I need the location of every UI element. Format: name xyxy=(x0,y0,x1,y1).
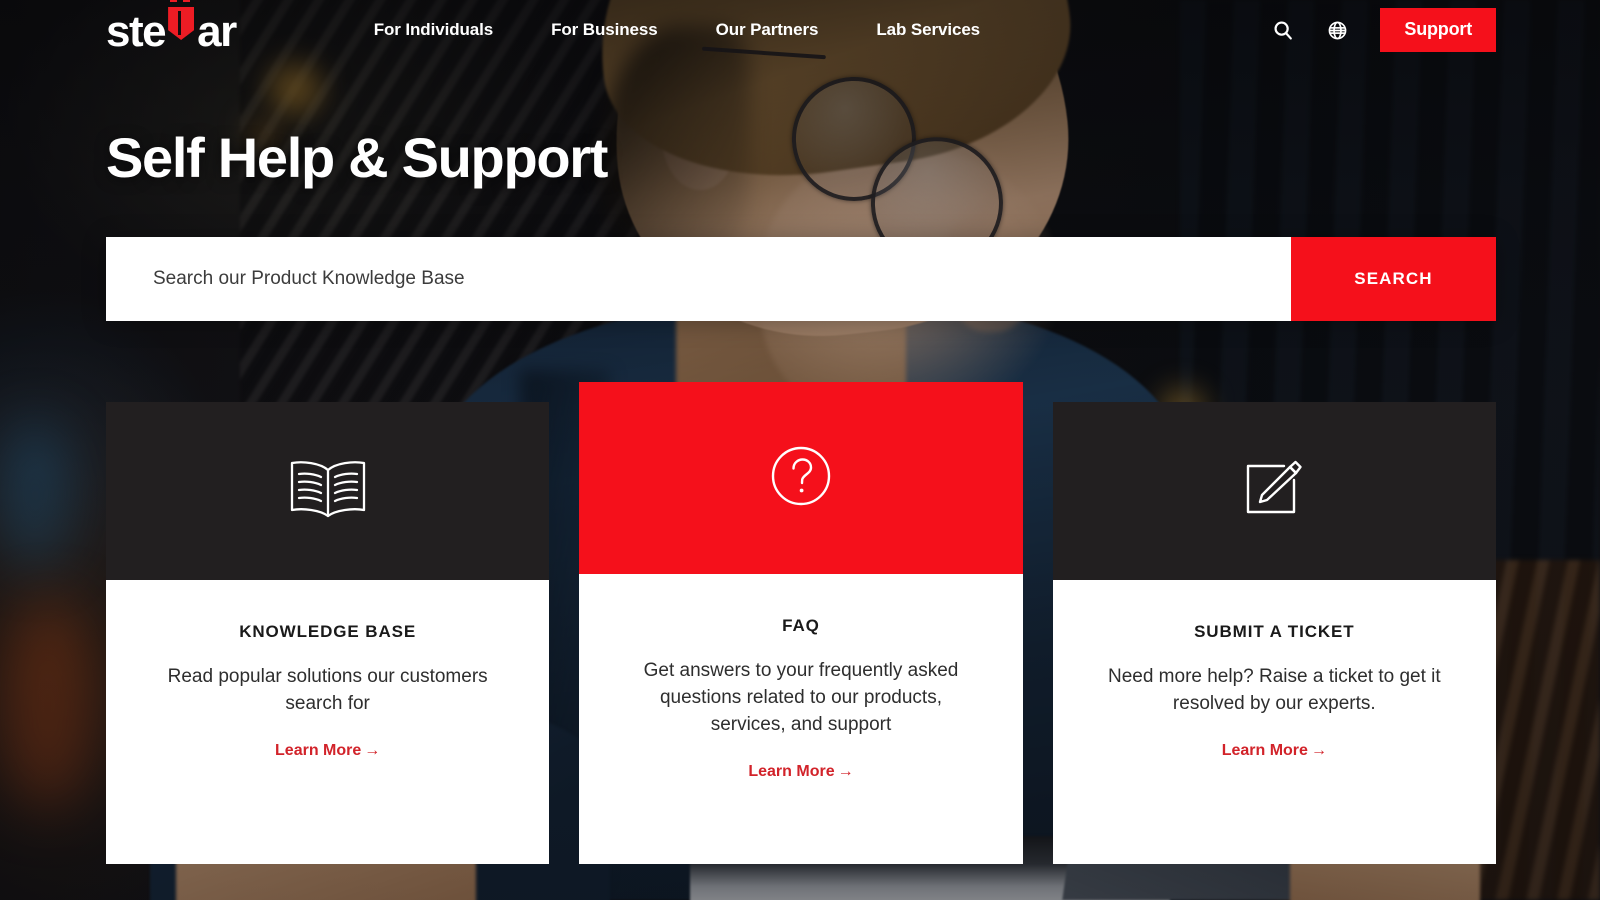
learn-more-link[interactable]: Learn More → xyxy=(275,742,380,760)
learn-more-label: Learn More xyxy=(1221,741,1308,759)
logo-text-suffix: ar xyxy=(197,7,237,56)
arrow-right-icon: → xyxy=(837,762,854,780)
card-title: KNOWLEDGE BASE xyxy=(239,622,417,641)
search-icon[interactable] xyxy=(1270,17,1296,43)
page-title: Self Help & Support xyxy=(106,126,608,189)
card-title: FAQ xyxy=(782,616,820,635)
logo-shield-shape xyxy=(168,7,195,40)
arrow-right-icon: → xyxy=(364,741,381,759)
logo-text-prefix: ste xyxy=(106,7,167,56)
globe-icon[interactable] xyxy=(1324,17,1350,43)
search-button[interactable]: SEARCH xyxy=(1291,237,1496,321)
question-mark-circle-icon xyxy=(769,444,833,513)
logo-shield-slit xyxy=(178,11,182,35)
logo-dot xyxy=(183,0,191,2)
nav-lab-services[interactable]: Lab Services xyxy=(876,20,980,40)
logo-dot xyxy=(170,0,178,2)
card-title: SUBMIT A TICKET xyxy=(1194,622,1355,641)
learn-more-link[interactable]: Learn More → xyxy=(748,763,853,781)
logo-shield-icon xyxy=(166,0,196,46)
learn-more-label: Learn More xyxy=(275,741,362,759)
support-button[interactable]: Support xyxy=(1380,8,1496,52)
site-header: ste ar For Individuals For Business Our … xyxy=(0,0,1600,60)
learn-more-label: Learn More xyxy=(748,762,835,780)
page-stage: ste ar For Individuals For Business Our … xyxy=(0,0,1600,900)
card-faq[interactable]: FAQ Get answers to your frequently asked… xyxy=(579,382,1023,864)
card-description: Read popular solutions our customers sea… xyxy=(167,666,488,714)
card-submit-a-ticket[interactable]: SUBMIT A TICKET Need more help? Raise a … xyxy=(1052,402,1496,864)
arrow-right-icon: → xyxy=(1310,741,1327,759)
learn-more-link[interactable]: Learn More → xyxy=(1222,742,1327,760)
card-description: Get answers to your frequently asked que… xyxy=(643,660,959,735)
card-body: KNOWLEDGE BASE Read popular solutions ou… xyxy=(106,580,549,864)
open-book-icon xyxy=(286,458,370,525)
stellar-logo[interactable]: ste ar xyxy=(106,0,237,56)
nav-our-partners[interactable]: Our Partners xyxy=(716,20,819,40)
card-header xyxy=(579,382,1023,574)
card-description: Need more help? Raise a ticket to get it… xyxy=(1107,666,1441,714)
card-body: SUBMIT A TICKET Need more help? Raise a … xyxy=(1053,580,1496,864)
header-actions: Support xyxy=(1270,8,1496,52)
search-input[interactable] xyxy=(106,237,1291,321)
pencil-edit-icon xyxy=(1238,454,1310,529)
support-options: KNOWLEDGE BASE Read popular solutions ou… xyxy=(106,382,1496,864)
card-body: FAQ Get answers to your frequently asked… xyxy=(579,574,1022,864)
card-knowledge-base[interactable]: KNOWLEDGE BASE Read popular solutions ou… xyxy=(106,402,550,864)
nav-for-business[interactable]: For Business xyxy=(551,20,658,40)
main-navigation: For Individuals For Business Our Partner… xyxy=(374,20,980,40)
card-header xyxy=(1052,402,1496,580)
card-header xyxy=(106,402,550,580)
knowledge-base-search: SEARCH xyxy=(106,237,1496,321)
nav-for-individuals[interactable]: For Individuals xyxy=(374,20,494,40)
